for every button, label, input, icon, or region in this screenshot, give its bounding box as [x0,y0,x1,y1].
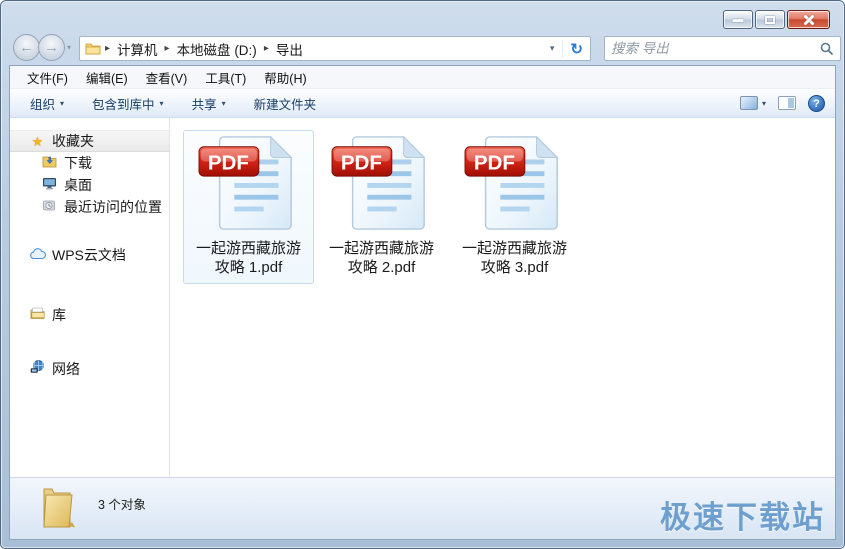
chevron-down-icon: ▾ [159,98,164,108]
address-bar[interactable]: ▸ 计算机 ▸ 本地磁盘 (D:) ▸ 导出 ▾ ↻ [79,36,591,61]
watermark-text: 极速下载站 [660,500,825,535]
breadcrumb-export-folder[interactable]: 导出 [273,37,306,61]
menu-tools[interactable]: 工具(T) [196,65,255,90]
pdf-badge: PDF [340,151,381,174]
pdf-file-icon: PDF [331,135,425,230]
refresh-icon[interactable]: ↻ [562,39,590,58]
search-icon[interactable] [820,42,834,56]
navigation-pane: ★ 收藏夹 下载 桌面 最近访问的位置 WPS云文档 库 网络 [10,118,170,477]
breadcrumb-separator[interactable]: ▸ [161,43,174,54]
pdf-file-icon: PDF [464,135,558,230]
desktop-icon [41,177,58,194]
minimize-button[interactable] [723,10,753,29]
downloads-icon [41,155,58,172]
pdf-badge: PDF [207,151,248,174]
search-input[interactable] [611,41,820,56]
menu-view[interactable]: 查看(V) [137,65,197,90]
breadcrumb-computer[interactable]: 计算机 [114,37,161,61]
address-dropdown-icon[interactable]: ▾ [542,43,563,54]
window-controls [723,10,830,29]
folder-large-icon [43,488,75,528]
change-view-button[interactable]: ▾ [739,96,766,110]
sidebar-item-favorites[interactable]: ★ 收藏夹 [10,130,169,152]
file-pdf-3[interactable]: PDF 一起游西藏旅游攻略 3.pdf [449,130,580,284]
network-icon [29,360,46,378]
menu-help[interactable]: 帮助(H) [255,65,315,90]
pdf-file-icon: PDF [198,135,292,230]
items-count: 3 个对象 [98,498,146,512]
maximize-button[interactable] [755,10,785,29]
chevron-down-icon: ▾ [221,98,226,108]
folder-icon [85,43,101,55]
cloud-icon [29,247,46,264]
sidebar-item-wps-cloud[interactable]: WPS云文档 [10,244,169,266]
menu-bar: 文件(F) 编辑(E) 查看(V) 工具(T) 帮助(H) [10,66,835,89]
preview-pane-button[interactable] [778,96,796,110]
status-bar: 3 个对象 极速下载站 [10,477,835,539]
menu-file[interactable]: 文件(F) [18,65,77,90]
minimize-icon [732,18,744,22]
file-list[interactable]: PDF 一起游西藏旅游攻略 1.pdf PDF 一起游西藏旅游攻略 2.pdf [170,118,835,477]
sidebar-item-recent-places[interactable]: 最近访问的位置 [10,196,169,218]
breadcrumb-separator: ▸ [105,43,111,54]
new-folder-button[interactable]: 新建文件夹 [244,90,327,117]
navigation-band: ← → ▾ ▸ 计算机 ▸ 本地磁盘 (D:) ▸ 导出 ▾ ↻ [9,31,841,65]
sidebar-item-libraries[interactable]: 库 [10,304,169,326]
libraries-icon [29,307,46,324]
chevron-down-icon: ▾ [60,98,65,108]
close-button[interactable] [787,10,830,29]
file-name: 一起游西藏旅游攻略 3.pdf [461,240,567,276]
command-bar: 组织 ▾ 包含到库中 ▾ 共享 ▾ 新建文件夹 ▾ ? [10,89,835,118]
include-in-library-button[interactable]: 包含到库中 ▾ [82,90,174,117]
file-pdf-1[interactable]: PDF 一起游西藏旅游攻略 1.pdf [183,130,314,284]
file-name: 一起游西藏旅游攻略 1.pdf [195,240,301,276]
views-icon [739,96,758,110]
menu-edit[interactable]: 编辑(E) [77,65,137,90]
sidebar-item-desktop[interactable]: 桌面 [10,174,169,196]
sidebar-item-network[interactable]: 网络 [10,358,169,380]
explorer-window: ← → ▾ ▸ 计算机 ▸ 本地磁盘 (D:) ▸ 导出 ▾ ↻ 搜索 导出 文… [0,0,845,549]
nav-buttons: ← → ▾ [13,34,71,61]
organize-button[interactable]: 组织 ▾ [20,90,74,117]
file-pdf-2[interactable]: PDF 一起游西藏旅游攻略 2.pdf [316,130,447,284]
chevron-down-icon: ▾ [761,98,766,108]
forward-button[interactable]: → [38,34,65,61]
recent-places-icon [41,199,58,216]
search-box [604,36,841,61]
maximize-icon [765,15,775,24]
share-button[interactable]: 共享 ▾ [182,90,236,117]
star-icon: ★ [31,133,44,149]
breadcrumb-separator[interactable]: ▸ [260,43,273,54]
recent-pages-dropdown[interactable]: ▾ [67,43,71,52]
help-button[interactable]: ? [808,94,825,112]
breadcrumb-local-disk-d[interactable]: 本地磁盘 (D:) [174,37,260,61]
file-name: 一起游西藏旅游攻略 2.pdf [328,240,434,276]
back-button[interactable]: ← [13,34,40,61]
sidebar-item-downloads[interactable]: 下载 [10,152,169,174]
client-area: 文件(F) 编辑(E) 查看(V) 工具(T) 帮助(H) 组织 ▾ 包含到库中… [9,65,836,540]
pdf-badge: PDF [473,151,514,174]
